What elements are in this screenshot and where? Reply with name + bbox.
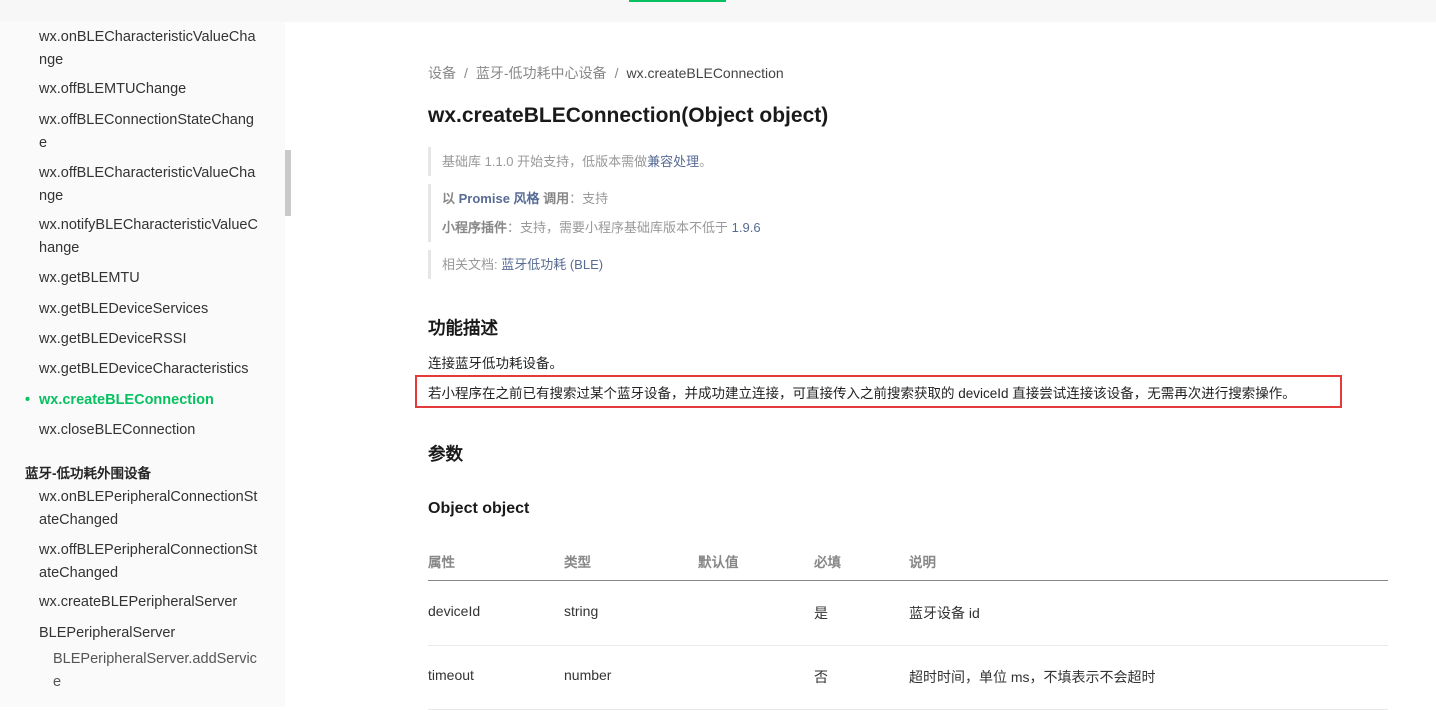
page-title: wx.createBLEConnection(Object object): [428, 104, 829, 127]
ble-doc-link[interactable]: 蓝牙低功耗 (BLE): [501, 257, 603, 272]
sidebar-item-addService[interactable]: BLEPeripheralServer.addService: [53, 648, 263, 693]
sidebar-item-getBLEMTU[interactable]: wx.getBLEMTU: [39, 267, 259, 290]
plugin-version-link[interactable]: 1.9.6: [732, 220, 761, 235]
promise-style-link[interactable]: Promise 风格: [459, 191, 540, 206]
support-text: 基础库 1.1.0 开始支持，低版本需做: [442, 154, 648, 169]
active-dot-icon: •: [25, 392, 31, 408]
section-title-description: 功能描述: [428, 318, 498, 338]
plugin-label: 小程序插件: [442, 220, 508, 235]
column-header-default: 默认值: [698, 555, 739, 570]
related-doc-label: 相关文档:: [442, 257, 502, 272]
breadcrumb-separator: /: [464, 65, 468, 81]
sidebar-item-createBLEPeripheralServer[interactable]: wx.createBLEPeripheralServer: [39, 591, 259, 614]
sidebar-item-notifyBLECharacteristicValueChange[interactable]: wx.notifyBLECharacteristicValueChange: [39, 214, 259, 259]
promise-support-value: ：支持: [569, 191, 609, 206]
sidebar-item-label: wx.createBLEConnection: [39, 392, 214, 408]
sidebar-item-createBLEConnection[interactable]: • wx.createBLEConnection: [25, 389, 259, 412]
sidebar-group-title[interactable]: 蓝牙-低功耗外围设备: [25, 462, 151, 482]
support-suffix: 。: [699, 154, 713, 169]
column-header-type: 类型: [564, 555, 591, 570]
description-line-2: 若小程序在之前已有搜索过某个蓝牙设备，并成功建立连接，可直接传入之前搜索获取的 …: [428, 386, 1296, 401]
column-header-required: 必填: [814, 555, 841, 570]
sidebar-item-onBLECharacteristicValueChange[interactable]: wx.onBLECharacteristicValueChange: [39, 26, 259, 71]
sidebar-item-getBLEDeviceServices[interactable]: wx.getBLEDeviceServices: [39, 298, 259, 321]
sidebar: wx.onBLECharacteristicValueChange wx.off…: [0, 22, 285, 707]
promise-plugin-note: 以 Promise 风格 调用：支持 小程序插件：支持，需要小程序基础库版本不低…: [428, 184, 761, 242]
breadcrumb-link-ble-central[interactable]: 蓝牙-低功耗中心设备: [476, 65, 607, 81]
sidebar-item-offBLEPeripheralConnectionStateChanged[interactable]: wx.offBLEPeripheralConnectionStateChange…: [39, 539, 259, 584]
table-row: timeout number 否 超时时间，单位 ms，不填表示不会超时: [428, 645, 1388, 710]
cell-type: number: [564, 667, 612, 683]
support-note: 基础库 1.1.0 开始支持，低版本需做兼容处理。: [428, 147, 712, 176]
cell-description: 蓝牙设备 id: [909, 605, 980, 621]
column-header-property: 属性: [428, 555, 455, 570]
sidebar-item-BLEPeripheralServer[interactable]: BLEPeripheralServer: [39, 622, 259, 645]
sidebar-item-getBLEDeviceCharacteristics[interactable]: wx.getBLEDeviceCharacteristics: [39, 358, 259, 381]
top-navigation-bar: [0, 0, 1436, 22]
related-doc-note: 相关文档: 蓝牙低功耗 (BLE): [428, 250, 603, 279]
object-title: Object object: [428, 500, 530, 517]
sidebar-item-onBLEPeripheralConnectionStateChanged[interactable]: wx.onBLEPeripheralConnectionStateChanged: [39, 486, 259, 531]
cell-required: 否: [814, 669, 828, 685]
description-line-1: 连接蓝牙低功耗设备。: [428, 356, 563, 371]
breadcrumb: 设备 / 蓝牙-低功耗中心设备 / wx.createBLEConnection: [428, 63, 784, 83]
plugin-value: ：支持，需要小程序基础库版本不低于: [507, 220, 732, 235]
params-table-header: 属性 类型 默认值 必填 说明: [428, 550, 1388, 581]
cell-property: timeout: [428, 667, 474, 683]
sidebar-item-closeBLEConnection[interactable]: wx.closeBLEConnection: [39, 419, 259, 442]
column-header-description: 说明: [909, 555, 936, 570]
cell-property: deviceId: [428, 603, 481, 619]
promise-call-label: 调用: [539, 191, 570, 206]
table-row: deviceId string 是 蓝牙设备 id: [428, 581, 1388, 646]
cell-type: string: [564, 603, 599, 619]
breadcrumb-link-device[interactable]: 设备: [428, 65, 456, 81]
compat-link[interactable]: 兼容处理: [647, 154, 699, 169]
cell-description: 超时时间，单位 ms，不填表示不会超时: [909, 669, 1156, 685]
promise-prefix: 以: [442, 191, 459, 206]
active-tab-indicator: [629, 0, 726, 2]
sidebar-scrollbar[interactable]: [285, 150, 291, 216]
sidebar-item-getBLEDeviceRSSI[interactable]: wx.getBLEDeviceRSSI: [39, 328, 259, 351]
sidebar-item-offBLEConnectionStateChange[interactable]: wx.offBLEConnectionStateChange: [39, 109, 259, 154]
sidebar-item-offBLECharacteristicValueChange[interactable]: wx.offBLECharacteristicValueChange: [39, 162, 259, 207]
breadcrumb-current: wx.createBLEConnection: [626, 65, 784, 81]
section-title-params: 参数: [428, 444, 463, 464]
sidebar-item-offBLEMTUChange[interactable]: wx.offBLEMTUChange: [39, 78, 259, 101]
cell-required: 是: [814, 605, 828, 621]
breadcrumb-separator: /: [614, 65, 619, 81]
